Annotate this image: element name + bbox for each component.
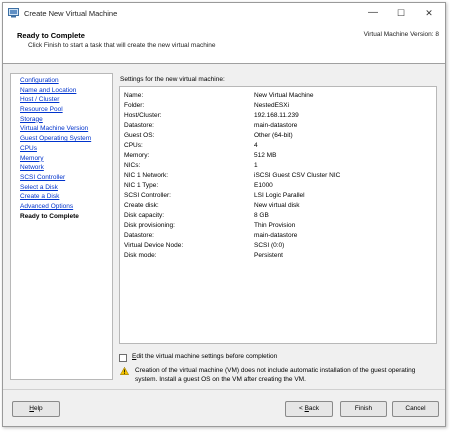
wizard-header: Ready to Complete Click Finish to start … [3, 23, 445, 64]
settings-heading: Settings for the new virtual machine: [120, 76, 225, 83]
settings-key: Datastore: [124, 122, 154, 129]
settings-row: NIC 1 Network: iSCSI Guest CSV Cluster NI… [124, 172, 434, 182]
wizard-step-guest-operating-system[interactable]: Guest Operating System [11, 134, 112, 144]
wizard-step-host-cluster[interactable]: Host / Cluster [11, 95, 112, 105]
wizard-step-advanced-options[interactable]: Advanced Options [11, 202, 112, 212]
wizard-step-storage[interactable]: Storage [11, 115, 112, 125]
settings-value: Thin Provision [254, 222, 296, 229]
wizard-step-cpus[interactable]: CPUs [11, 144, 112, 154]
settings-row: Virtual Device Node: SCSI (0:0) [124, 242, 434, 252]
settings-key: Memory: [124, 152, 150, 159]
edit-settings-label[interactable]: Edit the virtual machine settings before… [132, 353, 277, 360]
settings-value: Other (64-bit) [254, 132, 293, 139]
settings-key: CPUs: [124, 142, 143, 149]
wizard-step-name-and-location[interactable]: Name and Location [11, 86, 112, 96]
wizard-step-virtual-machine-version[interactable]: Virtual Machine Version [11, 124, 112, 134]
settings-row: SCSI Controller: LSI Logic Parallel [124, 192, 434, 202]
settings-key: Create disk: [124, 202, 159, 209]
settings-value: 4 [254, 142, 258, 149]
footer-divider [3, 389, 445, 390]
settings-value: 1 [254, 162, 258, 169]
dialog-window: Create New Virtual Machine — ☐ ✕ Ready t… [2, 2, 446, 427]
settings-key: Host/Cluster: [124, 112, 162, 119]
settings-row: Guest OS: Other (64-bit) [124, 132, 434, 142]
settings-row: Disk capacity: 8 GB [124, 212, 434, 222]
settings-key: Datastore: [124, 232, 154, 239]
settings-row: Disk mode: Persistent [124, 252, 434, 262]
settings-key: NICs: [124, 162, 141, 169]
settings-key: Disk provisioning: [124, 222, 175, 229]
wizard-step-memory[interactable]: Memory [11, 154, 112, 164]
maximize-button[interactable]: ☐ [387, 3, 415, 23]
wizard-step-select-a-disk[interactable]: Select a Disk [11, 183, 112, 193]
close-button[interactable]: ✕ [415, 3, 443, 23]
settings-row: Name: New Virtual Machine [124, 92, 434, 102]
settings-row: NICs: 1 [124, 162, 434, 172]
title-bar[interactable]: Create New Virtual Machine — ☐ ✕ [3, 3, 445, 23]
settings-value: 192.168.11.239 [254, 112, 299, 119]
settings-row: CPUs: 4 [124, 142, 434, 152]
back-button[interactable]: < Back [285, 401, 333, 417]
settings-value: New virtual disk [254, 202, 300, 209]
settings-value: LSI Logic Parallel [254, 192, 305, 199]
settings-key: Guest OS: [124, 132, 155, 139]
warning-message: Creation of the virtual machine (VM) doe… [135, 367, 416, 383]
finish-button[interactable]: Finish [340, 401, 387, 417]
wizard-steps-list: Configuration Name and Location Host / Clu… [10, 73, 113, 380]
settings-value: Persistent [254, 252, 283, 259]
settings-key: Disk mode: [124, 252, 157, 259]
vm-app-icon [8, 8, 19, 18]
settings-key: Folder: [124, 102, 145, 109]
settings-row: NIC 1 Type: E1000 [124, 182, 434, 192]
minimize-button[interactable]: — [359, 3, 387, 23]
settings-value: New Virtual Machine [254, 92, 314, 99]
edit-settings-checkbox[interactable] [119, 354, 127, 362]
settings-key: Virtual Device Node: [124, 242, 184, 249]
settings-key: NIC 1 Network: [124, 172, 169, 179]
page-subtitle: Click Finish to start a task that will c… [28, 42, 216, 49]
settings-value: E1000 [254, 182, 273, 189]
settings-value: NestedESXi [254, 102, 290, 109]
cancel-button[interactable]: Cancel [392, 401, 439, 417]
settings-value: main-datastore [254, 122, 298, 129]
page-title: Ready to Complete [17, 31, 85, 40]
settings-row: Datastore: main-datastore [124, 122, 434, 132]
settings-value: SCSI (0:0) [254, 242, 285, 249]
settings-row: Create disk: New virtual disk [124, 202, 434, 212]
wizard-step-scsi-controller[interactable]: SCSI Controller [11, 173, 112, 183]
settings-value: 8 GB [254, 212, 269, 219]
settings-row: Memory: 512 MB [124, 152, 434, 162]
settings-key: SCSI Controller: [124, 192, 171, 199]
settings-row: Folder: NestedESXi [124, 102, 434, 112]
window-title: Create New Virtual Machine [24, 9, 118, 18]
settings-key: Name: [124, 92, 144, 99]
warning-icon [120, 367, 129, 375]
help-button[interactable]: Help [12, 401, 60, 417]
settings-value: 512 MB [254, 152, 277, 159]
vm-version-label: Virtual Machine Version: 8 [363, 31, 439, 38]
settings-value: iSCSI Guest CSV Cluster NIC [254, 172, 341, 179]
settings-key: Disk capacity: [124, 212, 165, 219]
wizard-step-resource-pool[interactable]: Resource Pool [11, 105, 112, 115]
wizard-step-ready-to-complete: Ready to Complete [20, 212, 79, 220]
wizard-step-configuration[interactable]: Configuration [11, 76, 112, 86]
settings-row: Disk provisioning: Thin Provision [124, 222, 434, 232]
settings-key: NIC 1 Type: [124, 182, 159, 189]
wizard-step-network[interactable]: Network [11, 163, 112, 173]
settings-value: main-datastore [254, 232, 298, 239]
settings-summary-panel: Name: New Virtual Machine Folder: NestedESX… [119, 86, 437, 344]
settings-row: Host/Cluster: 192.168.11.239 [124, 112, 434, 122]
settings-row: Datastore: main-datastore [124, 232, 434, 242]
wizard-step-create-a-disk[interactable]: Create a Disk [11, 192, 112, 202]
